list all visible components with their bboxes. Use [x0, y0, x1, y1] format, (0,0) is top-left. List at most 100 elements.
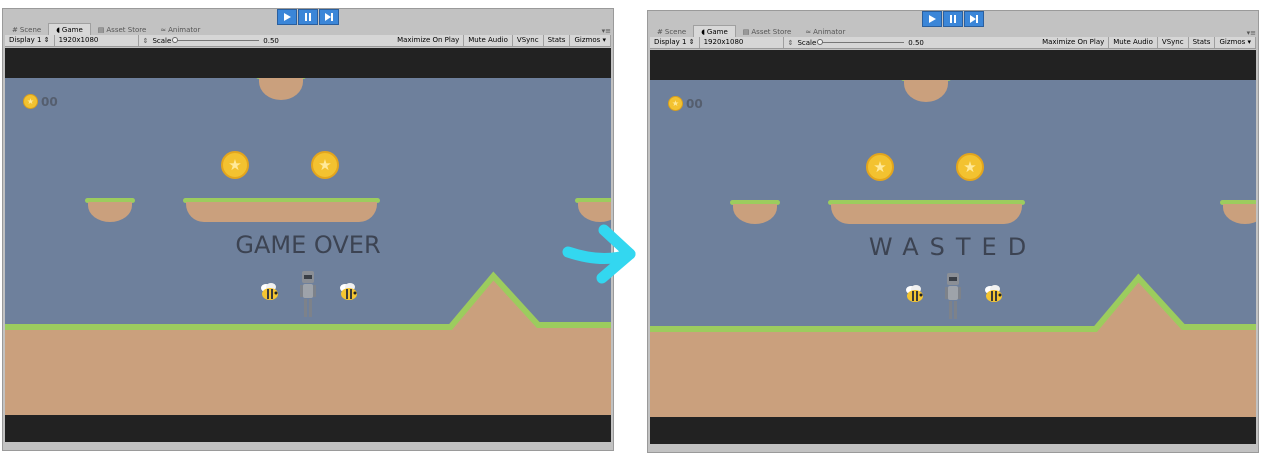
- store-icon: ▤: [97, 26, 105, 34]
- resolution-label: 1920x1080: [703, 38, 744, 46]
- grid-icon: #: [12, 26, 18, 34]
- scale-value: 0.50: [263, 36, 279, 45]
- maximize-on-play-toggle[interactable]: Maximize On Play: [1038, 37, 1110, 48]
- small-platform-left: [730, 200, 780, 224]
- play-icon: [284, 13, 291, 21]
- bee-enemy: [906, 285, 923, 302]
- store-icon: ▤: [742, 28, 750, 36]
- tab-animator[interactable]: ≈ Animator: [798, 27, 852, 37]
- editor-tabs: # Scene ◖ Game ▤ Asset Store ≈ Animator ▾≡: [650, 25, 1256, 37]
- game-scene: ★ ★ ★ 00 GAME OVER: [5, 78, 611, 415]
- coin-icon: ★: [23, 94, 38, 109]
- game-viewport: ★ ★ ★ 00 GAME OVER: [5, 48, 611, 442]
- coin-counter: ★ 00: [23, 94, 58, 109]
- game-viewport: ★ ★ ★ 00 WASTED: [650, 50, 1256, 444]
- toolbar-toggles: Maximize On Play Mute Audio VSync Stats …: [1038, 37, 1256, 48]
- display-dropdown[interactable]: Display 1 ⇕: [650, 37, 700, 48]
- bee-enemy: [261, 283, 278, 300]
- step-button[interactable]: [964, 11, 984, 27]
- game-window-before: # Scene ◖ Game ▤ Asset Store ≈ Animator ▾≡ D…: [2, 8, 614, 451]
- coin-count: 00: [41, 94, 58, 109]
- coin: ★: [311, 151, 339, 179]
- game-window-after: # Scene ◖ Game ▤ Asset Store ≈ Animator ▾≡ D…: [647, 10, 1259, 453]
- play-button[interactable]: [277, 9, 297, 25]
- stats-toggle[interactable]: Stats: [544, 35, 571, 46]
- wasted-text: WASTED: [868, 233, 1038, 261]
- scale-label: Scale: [797, 38, 817, 47]
- coin: ★: [221, 151, 249, 179]
- gizmos-dropdown[interactable]: Gizmos ▾: [570, 35, 611, 46]
- gizmos-label: Gizmos: [574, 36, 601, 44]
- scale-slider[interactable]: [172, 37, 260, 43]
- tab-scene[interactable]: # Scene: [5, 25, 48, 35]
- tab-label: Asset Store: [751, 28, 792, 36]
- coin: ★: [956, 153, 984, 181]
- coin-count: 00: [686, 96, 703, 111]
- display-dropdown[interactable]: Display 1 ⇕: [5, 35, 55, 46]
- hanging-platform: [256, 78, 306, 100]
- scale-slider-knob[interactable]: [172, 37, 179, 43]
- coin-counter: ★ 00: [668, 96, 703, 111]
- pause-button[interactable]: [943, 11, 963, 27]
- tab-asset-store[interactable]: ▤ Asset Store: [91, 25, 154, 35]
- tab-label: Game: [61, 25, 83, 34]
- tab-label: Animator: [168, 26, 201, 34]
- tab-label: Scene: [664, 28, 687, 36]
- display-label: Display 1: [9, 36, 42, 44]
- scale-slider-knob[interactable]: [817, 39, 824, 45]
- mute-audio-toggle[interactable]: Mute Audio: [1109, 37, 1158, 48]
- robot-player: [300, 271, 316, 317]
- vsync-toggle[interactable]: VSync: [513, 35, 544, 46]
- tab-label: Game: [706, 27, 728, 36]
- gizmos-dropdown[interactable]: Gizmos ▾: [1215, 37, 1256, 48]
- tab-game[interactable]: ◖ Game: [48, 23, 91, 35]
- stats-toggle[interactable]: Stats: [1189, 37, 1216, 48]
- play-controls: [277, 9, 339, 25]
- pause-icon: [950, 15, 956, 23]
- game-over-text: GAME OVER: [235, 231, 381, 259]
- maximize-on-play-toggle[interactable]: Maximize On Play: [393, 35, 465, 46]
- resolution-dropdown[interactable]: 1920x1080: [55, 35, 139, 46]
- scale-arrows-icon: ⇕: [142, 36, 149, 45]
- step-button[interactable]: [319, 9, 339, 25]
- tab-menu-icon[interactable]: ▾≡: [1247, 29, 1256, 37]
- tab-menu-icon[interactable]: ▾≡: [602, 27, 611, 35]
- gizmos-label: Gizmos: [1219, 38, 1246, 46]
- resolution-dropdown[interactable]: 1920x1080: [700, 37, 784, 48]
- robot-player: [945, 273, 961, 319]
- tab-game[interactable]: ◖ Game: [693, 25, 736, 37]
- step-icon: [325, 13, 333, 21]
- resolution-label: 1920x1080: [58, 36, 99, 44]
- tab-scene[interactable]: # Scene: [650, 27, 693, 37]
- scale-slider[interactable]: [817, 39, 905, 45]
- scale-value: 0.50: [908, 38, 924, 47]
- play-controls: [922, 11, 984, 27]
- bee-enemy: [340, 283, 357, 300]
- star-icon: ★: [963, 157, 977, 176]
- star-icon: ★: [318, 155, 332, 174]
- pause-button[interactable]: [298, 9, 318, 25]
- tab-label: Asset Store: [106, 26, 147, 34]
- play-button[interactable]: [922, 11, 942, 27]
- coin-icon: ★: [668, 96, 683, 111]
- pacman-icon: ◖: [701, 27, 705, 36]
- wide-platform: [828, 200, 1025, 224]
- tab-animator[interactable]: ≈ Animator: [153, 25, 207, 35]
- game-toolbar: Display 1 ⇕ 1920x1080 ⇕ Scale 0.50 Maxim…: [650, 37, 1256, 49]
- animator-icon: ≈: [160, 26, 167, 34]
- small-platform-right: [1220, 200, 1256, 224]
- display-label: Display 1: [654, 38, 687, 46]
- mute-audio-toggle[interactable]: Mute Audio: [464, 35, 513, 46]
- arrow-icon: [562, 224, 636, 284]
- play-icon: [929, 15, 936, 23]
- wide-platform: [183, 198, 380, 222]
- tab-asset-store[interactable]: ▤ Asset Store: [736, 27, 799, 37]
- bee-enemy: [985, 285, 1002, 302]
- vsync-toggle[interactable]: VSync: [1158, 37, 1189, 48]
- game-toolbar: Display 1 ⇕ 1920x1080 ⇕ Scale 0.50 Maxim…: [5, 35, 611, 47]
- star-icon: ★: [228, 155, 242, 174]
- star-icon: ★: [873, 157, 887, 176]
- game-scene: ★ ★ ★ 00 WASTED: [650, 80, 1256, 417]
- small-platform-left: [85, 198, 135, 222]
- tab-label: Animator: [813, 28, 846, 36]
